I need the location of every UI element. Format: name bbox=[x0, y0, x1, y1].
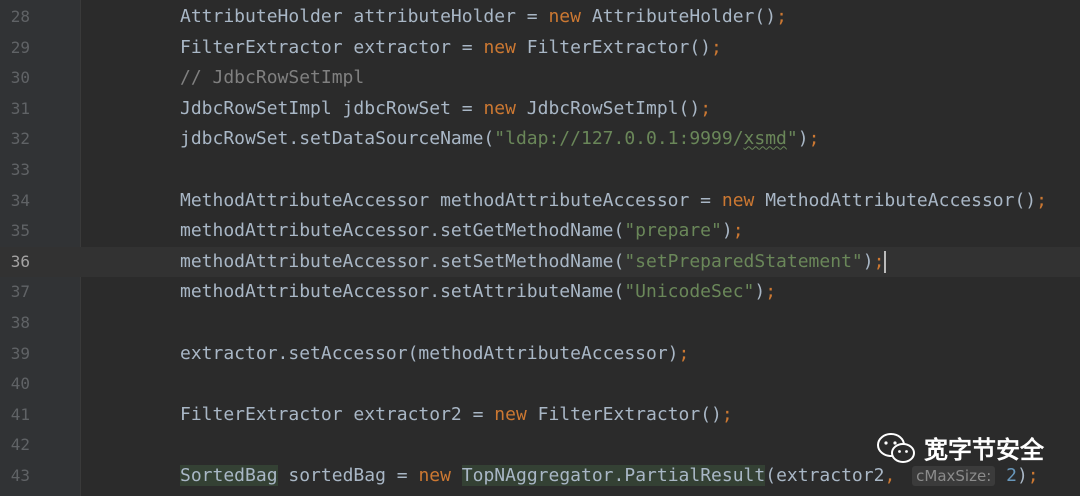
watermark-text: 宽字节安全 bbox=[924, 436, 1044, 464]
line-number: 35 bbox=[10, 221, 30, 241]
line-number: 38 bbox=[10, 313, 30, 332]
code-text[interactable]: methodAttributeAccessor.setGetMethodName… bbox=[180, 216, 744, 247]
watermark: 宽字节安全 bbox=[876, 430, 1044, 465]
line-number: 39 bbox=[10, 343, 30, 363]
line-number: 41 bbox=[10, 404, 30, 424]
code-text[interactable]: FilterExtractor extractor = new FilterEx… bbox=[180, 33, 722, 64]
code-line-28[interactable]: 28 AttributeHolder attributeHolder = new … bbox=[0, 2, 1080, 33]
line-number: 43 bbox=[10, 466, 30, 485]
line-number: 31 bbox=[10, 98, 30, 118]
code-line-31[interactable]: 31 JdbcRowSetImpl jdbcRowSet = new JdbcRo… bbox=[0, 94, 1080, 125]
line-number: 40 bbox=[10, 374, 30, 394]
code-line-36[interactable]: 36 methodAttributeAccessor.setSetMethodNa… bbox=[0, 246, 1080, 278]
parameter-hint: cMaxSize: bbox=[912, 466, 996, 486]
code-line-43[interactable]: 43 SortedBag sortedBag = new TopNAggregat… bbox=[0, 461, 1080, 492]
code-text[interactable]: methodAttributeAccessor.setAttributeName… bbox=[180, 277, 776, 308]
line-number: 28 bbox=[10, 7, 30, 26]
code-text[interactable]: // JdbcRowSetImpl bbox=[180, 63, 364, 94]
line-number: 34 bbox=[10, 190, 30, 210]
code-text[interactable]: JdbcRowSetImpl jdbcRowSet = new JdbcRowS… bbox=[180, 94, 711, 125]
code-line-34[interactable]: 34 MethodAttributeAccessor methodAttribut… bbox=[0, 186, 1080, 217]
code-text[interactable]: SortedBag sortedBag = new TopNAggregator… bbox=[180, 461, 1039, 492]
code-line-38[interactable]: 38 bbox=[0, 308, 1080, 339]
code-text[interactable]: jdbcRowSet.setDataSourceName("ldap://127… bbox=[180, 124, 819, 155]
line-number: 33 bbox=[10, 160, 30, 179]
code-line-41[interactable]: 41 FilterExtractor extractor2 = new Filte… bbox=[0, 400, 1080, 431]
code-line-35[interactable]: 35 methodAttributeAccessor.setGetMethodNa… bbox=[0, 216, 1080, 247]
code-text[interactable]: methodAttributeAccessor.setSetMethodName… bbox=[180, 247, 887, 278]
code-line-37[interactable]: 37 methodAttributeAccessor.setAttributeNa… bbox=[0, 277, 1080, 308]
line-number: 30 bbox=[10, 68, 30, 88]
line-number: 29 bbox=[10, 37, 30, 57]
code-editor[interactable]: 28 AttributeHolder attributeHolder = new … bbox=[0, 0, 1080, 496]
code-line-39[interactable]: 39 extractor.setAccessor(methodAttributeA… bbox=[0, 339, 1080, 370]
code-text[interactable]: FilterExtractor extractor2 = new FilterE… bbox=[180, 400, 733, 431]
code-line-40[interactable]: 40 bbox=[0, 369, 1080, 400]
text-caret bbox=[884, 250, 887, 273]
code-text[interactable]: MethodAttributeAccessor methodAttributeA… bbox=[180, 186, 1047, 217]
code-line-32[interactable]: 32 jdbcRowSet.setDataSourceName("ldap://1… bbox=[0, 124, 1080, 155]
line-number: 32 bbox=[10, 129, 30, 149]
code-line-33[interactable]: 33 bbox=[0, 155, 1080, 186]
code-text[interactable]: AttributeHolder attributeHolder = new At… bbox=[180, 2, 787, 33]
line-number: 37 bbox=[10, 282, 30, 302]
code-text[interactable]: extractor.setAccessor(methodAttributeAcc… bbox=[180, 339, 689, 370]
line-number: 36 bbox=[10, 251, 30, 271]
code-line-29[interactable]: 29 FilterExtractor extractor = new Filter… bbox=[0, 33, 1080, 64]
line-number: 42 bbox=[10, 435, 30, 455]
code-line-30[interactable]: 30 // JdbcRowSetImpl bbox=[0, 63, 1080, 94]
wechat-icon bbox=[877, 432, 915, 463]
